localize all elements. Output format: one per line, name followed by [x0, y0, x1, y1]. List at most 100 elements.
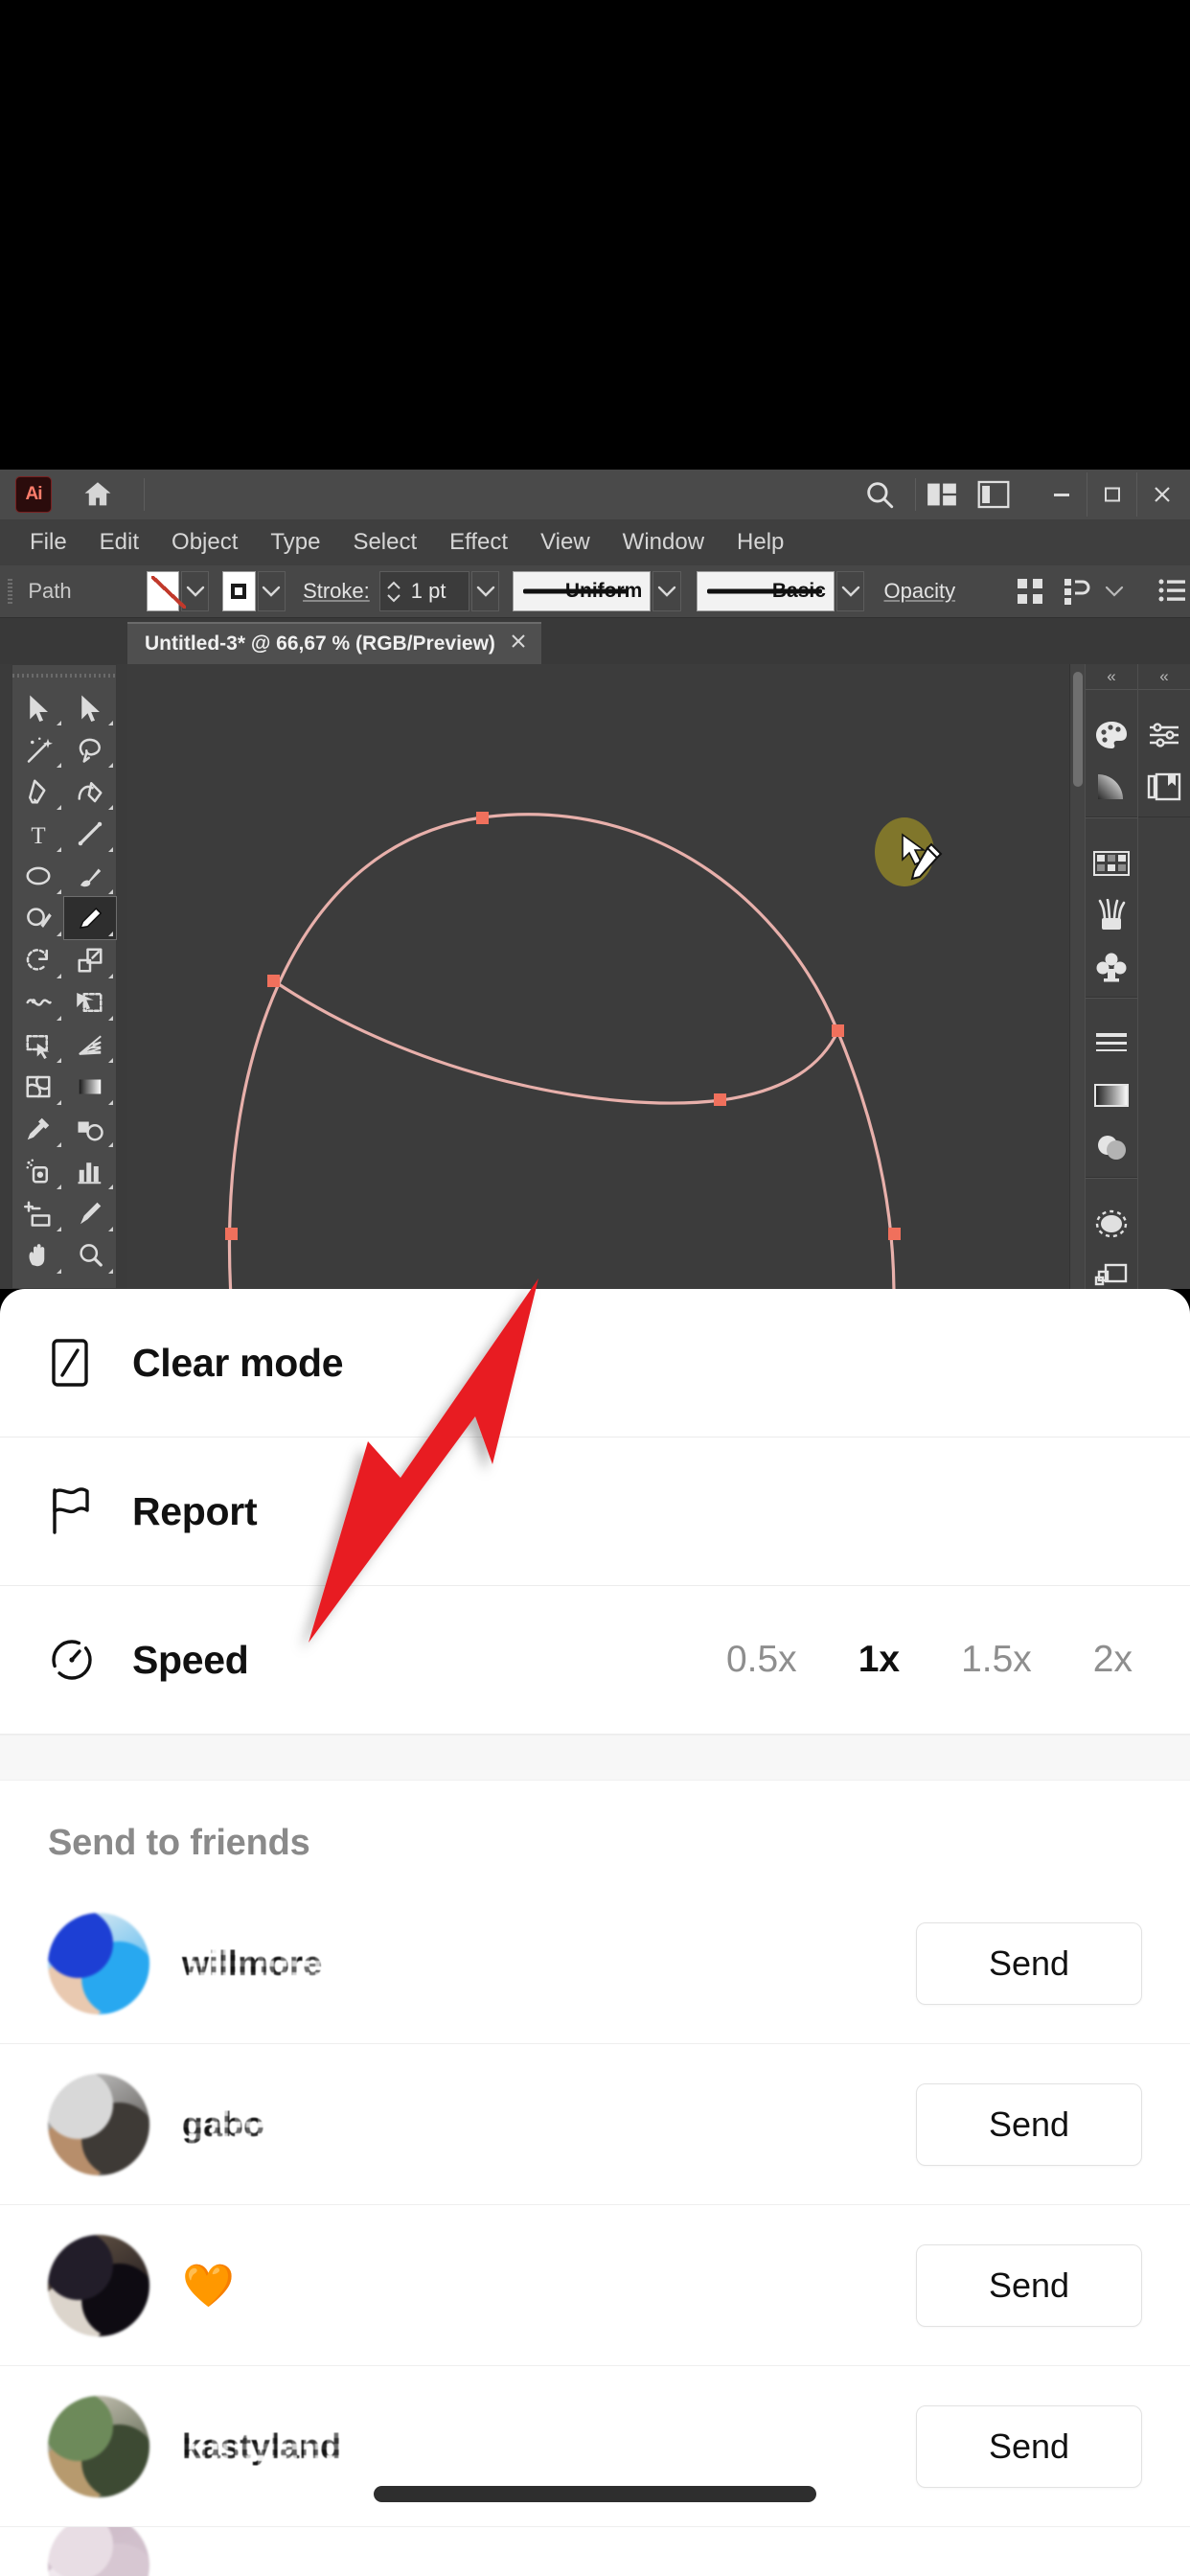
- shape-builder-tool[interactable]: [12, 1024, 64, 1066]
- stroke-weight-value[interactable]: 1 pt: [411, 579, 461, 604]
- collapse-panels-icon[interactable]: «: [1086, 664, 1137, 689]
- width-tool[interactable]: [12, 981, 64, 1024]
- minimize-icon[interactable]: [1037, 472, 1087, 517]
- paintbrush-tool[interactable]: [64, 855, 116, 897]
- search-icon[interactable]: [854, 470, 905, 519]
- brush-definition-select[interactable]: Basic: [696, 571, 835, 611]
- friend-row[interactable]: willmore Send: [0, 1883, 1190, 2044]
- scrollbar-thumb[interactable]: [1073, 672, 1083, 787]
- transform-icon[interactable]: [1060, 569, 1093, 613]
- menu-item-object[interactable]: Object: [155, 529, 254, 556]
- send-button[interactable]: Send: [916, 2404, 1142, 2488]
- home-indicator[interactable]: [374, 2485, 816, 2502]
- arrange-documents-icon[interactable]: [916, 470, 968, 519]
- stroke-weight-chevron-down-icon[interactable]: [470, 571, 500, 611]
- more-options-icon[interactable]: [1156, 569, 1190, 613]
- fill-swatch[interactable]: [146, 571, 186, 611]
- control-bar-grip[interactable]: [8, 579, 13, 604]
- stroke-profile-select[interactable]: Uniform: [513, 571, 652, 611]
- rotate-tool[interactable]: [12, 939, 64, 981]
- swatches-panel-icon[interactable]: [1086, 838, 1137, 889]
- properties-panel-icon[interactable]: [1138, 709, 1190, 761]
- scale-tool[interactable]: [64, 939, 116, 981]
- free-transform-tool[interactable]: [64, 981, 116, 1024]
- gradient-slider-icon[interactable]: [1086, 1070, 1137, 1121]
- stroke-weight-field[interactable]: 1 pt: [378, 571, 469, 611]
- document-tab[interactable]: Untitled-3* @ 66,67 % (RGB/Preview): [127, 622, 541, 664]
- curvature-tool[interactable]: [64, 770, 116, 813]
- pencil-tool[interactable]: [63, 896, 117, 940]
- send-button[interactable]: Send: [916, 2082, 1142, 2166]
- friend-row[interactable]: gabo Send: [0, 2044, 1190, 2205]
- illustrator-menu-bar[interactable]: File Edit Object Type Select Effect View…: [0, 519, 1190, 565]
- pen-tool[interactable]: [12, 770, 64, 813]
- illustrator-tool-panel[interactable]: T: [11, 664, 117, 1289]
- direct-selection-tool[interactable]: [64, 686, 116, 728]
- menu-item-help[interactable]: Help: [721, 529, 800, 556]
- libraries-panel-icon[interactable]: [1138, 761, 1190, 813]
- lasso-tool[interactable]: [64, 728, 116, 770]
- color-panel-icon[interactable]: [1086, 709, 1137, 761]
- speed-option-1-5x[interactable]: 1.5x: [961, 1639, 1032, 1681]
- collapse-panels-right-icon[interactable]: «: [1138, 664, 1190, 689]
- menu-item-view[interactable]: View: [524, 529, 606, 556]
- blend-tool[interactable]: [64, 1108, 116, 1150]
- speed-option-0-5x[interactable]: 0.5x: [726, 1639, 797, 1681]
- speed-option-2x[interactable]: 2x: [1093, 1639, 1133, 1681]
- menu-item-report[interactable]: Report: [0, 1438, 1190, 1586]
- appearance-panel-icon[interactable]: [1086, 1198, 1137, 1250]
- stroke-swatch[interactable]: [222, 571, 256, 611]
- mesh-tool[interactable]: [12, 1066, 64, 1108]
- artboard-tool[interactable]: [12, 1192, 64, 1234]
- tool-panel-grip[interactable]: [12, 665, 116, 686]
- eyedropper-tool[interactable]: [12, 1108, 64, 1150]
- shaper-tool[interactable]: [12, 897, 64, 939]
- close-icon[interactable]: [1136, 472, 1186, 517]
- menu-item-file[interactable]: File: [13, 529, 83, 556]
- transparency-panel-icon[interactable]: [1086, 1121, 1137, 1173]
- gradient-panel-icon[interactable]: [1086, 761, 1137, 813]
- home-icon[interactable]: [79, 475, 117, 514]
- align-icon[interactable]: [1013, 569, 1046, 613]
- brush-definition-chevron-down-icon[interactable]: [835, 571, 865, 611]
- menu-item-window[interactable]: Window: [606, 529, 721, 556]
- stroke-weight-stepper[interactable]: [384, 581, 403, 603]
- menu-item-edit[interactable]: Edit: [83, 529, 155, 556]
- zoom-tool[interactable]: [64, 1234, 116, 1276]
- canvas-scrollbar-vertical[interactable]: [1069, 664, 1085, 1289]
- workspace-switcher-icon[interactable]: [968, 470, 1019, 519]
- symbol-sprayer-tool[interactable]: [12, 1150, 64, 1192]
- menu-item-clear-mode[interactable]: Clear mode: [0, 1289, 1190, 1438]
- perspective-grid-tool[interactable]: [64, 1024, 116, 1066]
- speed-option-1x[interactable]: 1x: [858, 1639, 900, 1681]
- type-tool[interactable]: T: [12, 813, 64, 855]
- hand-tool[interactable]: [12, 1234, 64, 1276]
- stroke-profile-chevron-down-icon[interactable]: [652, 571, 681, 611]
- stroke-dropdown-chevron-down-icon[interactable]: [257, 571, 286, 611]
- friend-row[interactable]: [0, 2527, 1190, 2576]
- stroke-panel-icon[interactable]: [1086, 1018, 1137, 1070]
- video-player-frame[interactable]: Ai File Edit Object Type Select Effect V…: [0, 470, 1190, 1289]
- selection-tool[interactable]: [12, 686, 64, 728]
- dock-column-left[interactable]: «: [1085, 664, 1137, 1289]
- menu-item-effect[interactable]: Effect: [433, 529, 524, 556]
- column-graph-tool[interactable]: [64, 1150, 116, 1192]
- symbols-panel-icon[interactable]: [1086, 941, 1137, 993]
- send-button[interactable]: Send: [916, 2243, 1142, 2327]
- dock-column-right[interactable]: «: [1137, 664, 1190, 1289]
- illustrator-canvas[interactable]: [127, 664, 1085, 1289]
- maximize-icon[interactable]: [1087, 472, 1136, 517]
- brushes-panel-icon[interactable]: [1086, 889, 1137, 941]
- ellipse-tool[interactable]: [12, 855, 64, 897]
- close-tab-icon[interactable]: [509, 632, 528, 656]
- illustrator-panel-dock[interactable]: « «: [1085, 664, 1190, 1289]
- menu-item-select[interactable]: Select: [336, 529, 433, 556]
- magic-wand-tool[interactable]: [12, 728, 64, 770]
- friend-row[interactable]: 🧡 Send: [0, 2205, 1190, 2366]
- menu-item-speed[interactable]: Speed 0.5x 1x 1.5x 2x: [0, 1586, 1190, 1735]
- gradient-tool[interactable]: [64, 1066, 116, 1108]
- layers-panel-icon[interactable]: [1086, 1250, 1137, 1289]
- line-segment-tool[interactable]: [64, 813, 116, 855]
- transform-chevron-down-icon[interactable]: [1098, 569, 1132, 613]
- opacity-label[interactable]: Opacity: [883, 579, 955, 604]
